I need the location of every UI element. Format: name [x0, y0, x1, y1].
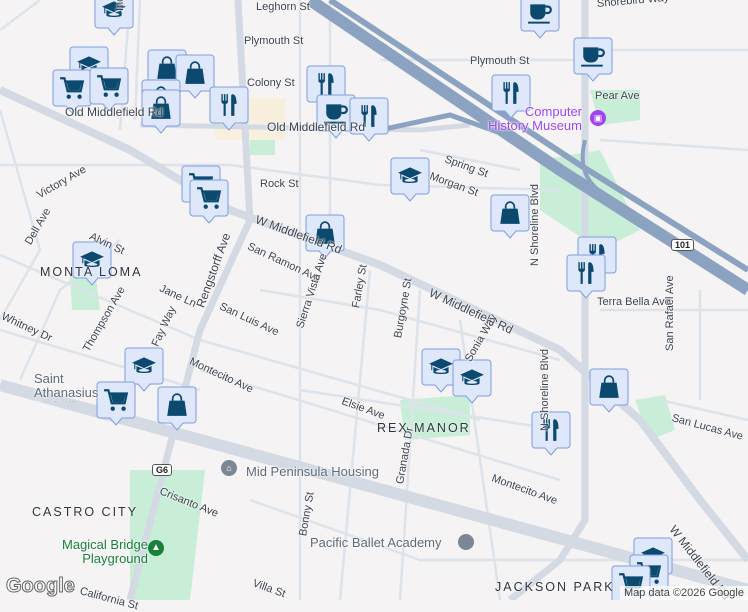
marker-shopping[interactable] [175, 54, 215, 99]
street-label: Terra Bella Ave [597, 296, 671, 308]
building-icon: ⌂ [221, 460, 237, 476]
marker-cafe[interactable] [520, 0, 560, 39]
museum-icon: ▣ [590, 110, 606, 126]
poi-pacific-ballet-academy[interactable]: Pacific Ballet Academy [310, 535, 442, 550]
poi-saint-athanasius[interactable]: Saint Athanasius Catholic Church [34, 372, 126, 402]
street-label: N Shoreline Blvd [539, 349, 551, 431]
street-label: Independence Ave [114, 0, 126, 11]
marker-shopping[interactable] [157, 386, 197, 431]
street-label: N Shoreline Blvd [529, 184, 541, 266]
poi-magical-bridge-playground[interactable]: Magical Bridge Playground [48, 538, 148, 566]
marker-shopping[interactable] [490, 194, 530, 239]
street-label: Old Middlefield Rd [267, 120, 366, 134]
street-label: Plymouth St [244, 35, 304, 47]
street-label: Pear Ave [595, 90, 640, 102]
street-label: Leghorn St [256, 1, 310, 13]
street-label: Old Middlefield Rd [65, 105, 164, 119]
map-attribution[interactable]: Map data ©2026 Google [619, 586, 748, 600]
marker-restaurant[interactable] [531, 411, 571, 456]
street-label: Colony St [247, 77, 295, 89]
marker-education[interactable] [390, 157, 430, 202]
street-label: San Rafael Ave [664, 275, 676, 351]
marker-grocery[interactable] [189, 179, 229, 224]
street-label: Plymouth St [470, 55, 530, 67]
neighborhood-label: JACKSON PARK [495, 580, 615, 594]
place-icon [458, 534, 474, 550]
highway-101-shield: 101 [671, 239, 695, 251]
poi-mid-peninsula-housing[interactable]: Mid Peninsula Housing [246, 464, 379, 479]
marker-pin [566, 254, 606, 299]
marker-pin [531, 411, 571, 456]
google-logo[interactable]: Google [6, 575, 76, 598]
marker-cafe[interactable] [573, 37, 613, 82]
neighborhood-label: REX MANOR [377, 421, 471, 435]
route-g6-shield: G6 [152, 464, 173, 476]
tree-icon: ▲ [148, 540, 164, 556]
poi-computer-history-museum[interactable]: Computer History Museum [482, 105, 582, 133]
neighborhood-label: MONTA LOMA [40, 265, 143, 279]
street-label: Rock St [260, 178, 299, 190]
neighborhood-label: CASTRO CITY [32, 505, 139, 519]
marker-restaurant[interactable] [566, 254, 606, 299]
